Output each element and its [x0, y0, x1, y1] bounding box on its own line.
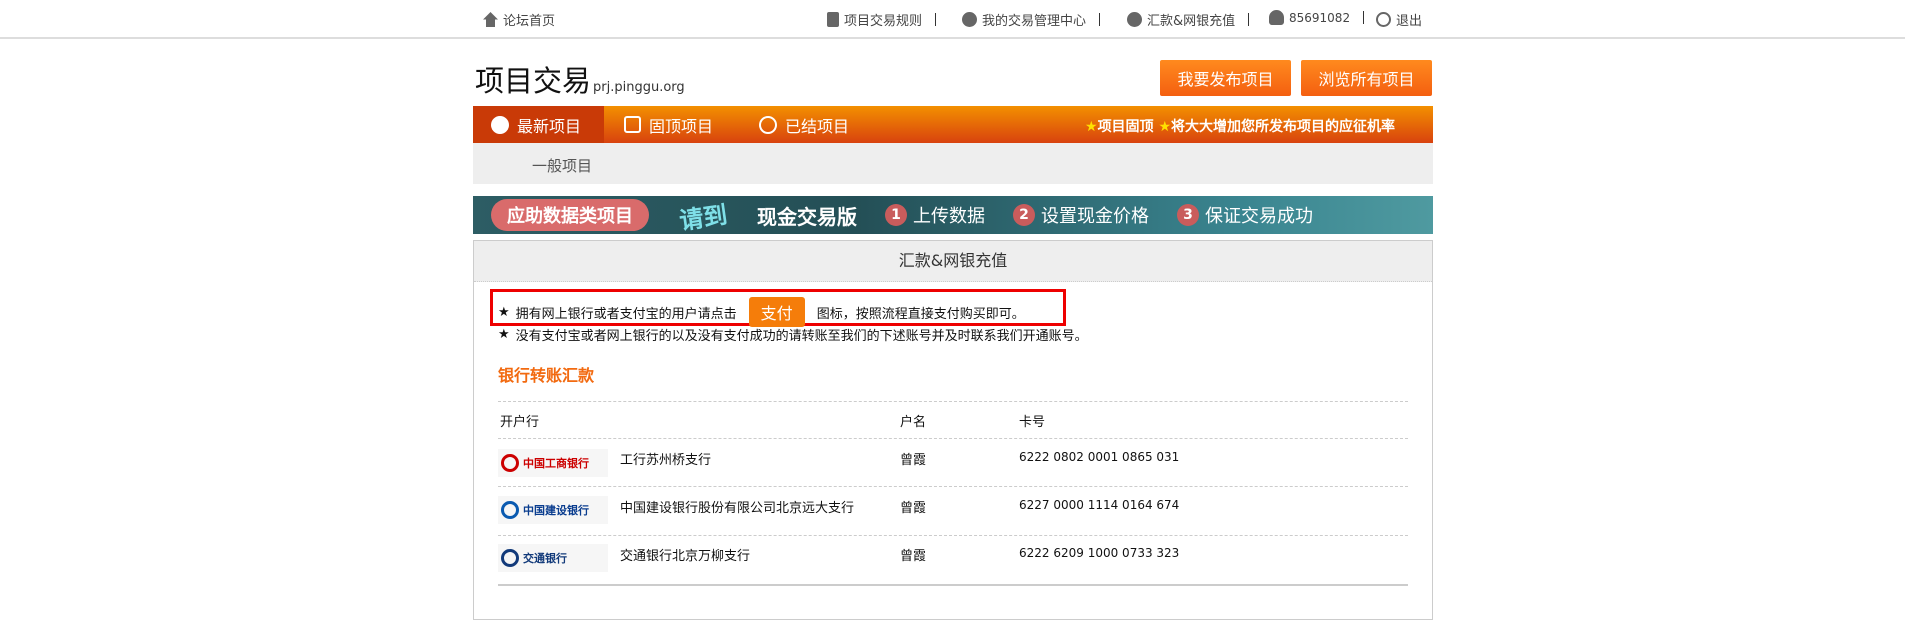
- instruction-transfer: ★ 没有支付宝或者网上银行的以及没有支付成功的请转账至我们的下述账号并及时联系我们…: [498, 325, 1088, 344]
- instruction-online: ★ 拥有网上银行或者支付宝的用户请点击 支付 图标，按照流程直接支付购买即可。: [498, 297, 1025, 327]
- card-number: 6222 0802 0001 0865 031: [1019, 450, 1180, 464]
- star-icon: ★: [1158, 119, 1171, 135]
- recharge-link[interactable]: 汇款&网银充值: [1127, 10, 1250, 29]
- clock-icon: [491, 115, 509, 134]
- site-domain: prj.pinggu.org: [593, 80, 685, 95]
- divider: [498, 535, 1408, 536]
- logo-text: 交通银行: [523, 552, 567, 565]
- banner-tag: 应助数据类项目: [491, 199, 649, 231]
- list-icon: [827, 12, 839, 27]
- table-bottom-rule: [498, 584, 1408, 586]
- banner-step: 保证交易成功: [1205, 206, 1313, 227]
- account-name: 曾霞: [900, 501, 927, 516]
- home-link[interactable]: 论坛首页: [483, 10, 555, 29]
- bank-branch: 交通银行北京万柳支行: [620, 549, 751, 564]
- divider: [1363, 11, 1365, 24]
- pin-promo: ★项目固顶 ★将大大增加您所发布项目的应征机率: [1085, 116, 1395, 136]
- title-text: 项目交易: [475, 64, 592, 98]
- manage-link[interactable]: 我的交易管理中心: [962, 10, 1101, 29]
- bocom-logo: 交通银行: [498, 544, 608, 572]
- section-title: 银行转账汇款: [498, 366, 595, 385]
- divider: [498, 438, 1408, 439]
- tab-label: 固顶项目: [649, 116, 714, 136]
- tab-label: 最新项目: [517, 116, 582, 136]
- sub-nav: 一般项目: [473, 143, 1433, 184]
- divider: [498, 401, 1408, 402]
- power-icon: [1376, 12, 1391, 27]
- tab-pinned[interactable]: 固顶项目: [606, 106, 713, 143]
- divider: [498, 486, 1408, 487]
- divider: [1099, 13, 1101, 26]
- col-bank: 开户行: [500, 415, 540, 430]
- logout-link[interactable]: 退出: [1376, 10, 1422, 29]
- user-icon: [1269, 10, 1284, 25]
- banner-edition: 现金交易版: [757, 204, 857, 229]
- account-name: 曾霞: [900, 453, 927, 468]
- promo-banner[interactable]: 应助数据类项目 请到 现金交易版 1 上传数据 2 设置现金价格 3 保证交易成功: [473, 196, 1433, 235]
- banner-invite: 请到: [677, 200, 730, 235]
- ccb-logo: 中国建设银行: [498, 496, 608, 524]
- promo-title[interactable]: 项目固顶: [1098, 119, 1154, 135]
- logout-label: 退出: [1396, 14, 1423, 29]
- username: 85691082: [1289, 10, 1351, 25]
- star-icon: ★: [498, 327, 510, 342]
- icbc-logo: 中国工商银行: [498, 449, 608, 477]
- bank-branch: 中国建设银行股份有限公司北京远大支行: [620, 501, 855, 516]
- card-number: 6222 6209 1000 0733 323: [1019, 546, 1180, 560]
- rules-link[interactable]: 项目交易规则: [827, 10, 937, 29]
- tab-label: 已结项目: [785, 116, 850, 136]
- step-3-icon: 3: [1177, 204, 1199, 226]
- col-name: 户名: [900, 415, 927, 430]
- instruction-text: 没有支付宝或者网上银行的以及没有支付成功的请转账至我们的下述账号并及时联系我们开…: [515, 329, 1088, 344]
- star-icon: ★: [1085, 119, 1098, 135]
- step-2-icon: 2: [1013, 204, 1035, 226]
- tab-latest[interactable]: 最新项目: [473, 106, 604, 143]
- account-name: 曾霞: [900, 549, 927, 564]
- subnav-general[interactable]: 一般项目: [532, 155, 592, 176]
- banner-step: 设置现金价格: [1041, 206, 1149, 227]
- browse-projects-button[interactable]: 浏览所有项目: [1301, 60, 1432, 96]
- square-icon: [624, 116, 641, 133]
- yen-icon: [1127, 12, 1142, 27]
- page-title: 项目交易 prj.pinggu.org: [475, 58, 685, 100]
- tab-closed[interactable]: 已结项目: [741, 106, 849, 143]
- instruction-text: 图标，按照流程直接支付购买即可。: [816, 306, 1025, 322]
- star-icon: ★: [498, 304, 510, 320]
- panel-title: 汇款&网银充值: [474, 241, 1432, 282]
- divider: [935, 13, 937, 26]
- logo-text: 中国工商银行: [523, 457, 589, 470]
- rules-label: 项目交易规则: [844, 14, 923, 29]
- top-bar: 论坛首页 项目交易规则 我的交易管理中心 汇款&网银充值 85691082 退出: [0, 0, 1905, 39]
- home-icon: [483, 12, 498, 27]
- circle-icon: [759, 115, 777, 134]
- banner-step: 上传数据: [913, 206, 985, 227]
- home-label: 论坛首页: [503, 14, 556, 29]
- recharge-label: 汇款&网银充值: [1147, 14, 1236, 29]
- logo-text: 中国建设银行: [523, 504, 589, 517]
- user-link[interactable]: 85691082: [1269, 10, 1365, 25]
- instruction-text: 拥有网上银行或者支付宝的用户请点击: [515, 306, 737, 322]
- bank-branch: 工行苏州桥支行: [620, 453, 712, 468]
- pay-button[interactable]: 支付: [748, 297, 805, 327]
- publish-project-button[interactable]: 我要发布项目: [1160, 60, 1291, 96]
- promo-text: 将大大增加您所发布项目的应征机率: [1171, 119, 1395, 135]
- step-1-icon: 1: [885, 204, 907, 226]
- divider: [1248, 13, 1250, 26]
- manage-label: 我的交易管理中心: [982, 14, 1087, 29]
- project-nav: 最新项目 固顶项目 已结项目 ★项目固顶 ★将大大增加您所发布项目的应征机率: [473, 106, 1433, 143]
- card-number: 6227 0000 1114 0164 674: [1019, 498, 1180, 512]
- gear-icon: [962, 12, 977, 27]
- col-card: 卡号: [1019, 415, 1046, 430]
